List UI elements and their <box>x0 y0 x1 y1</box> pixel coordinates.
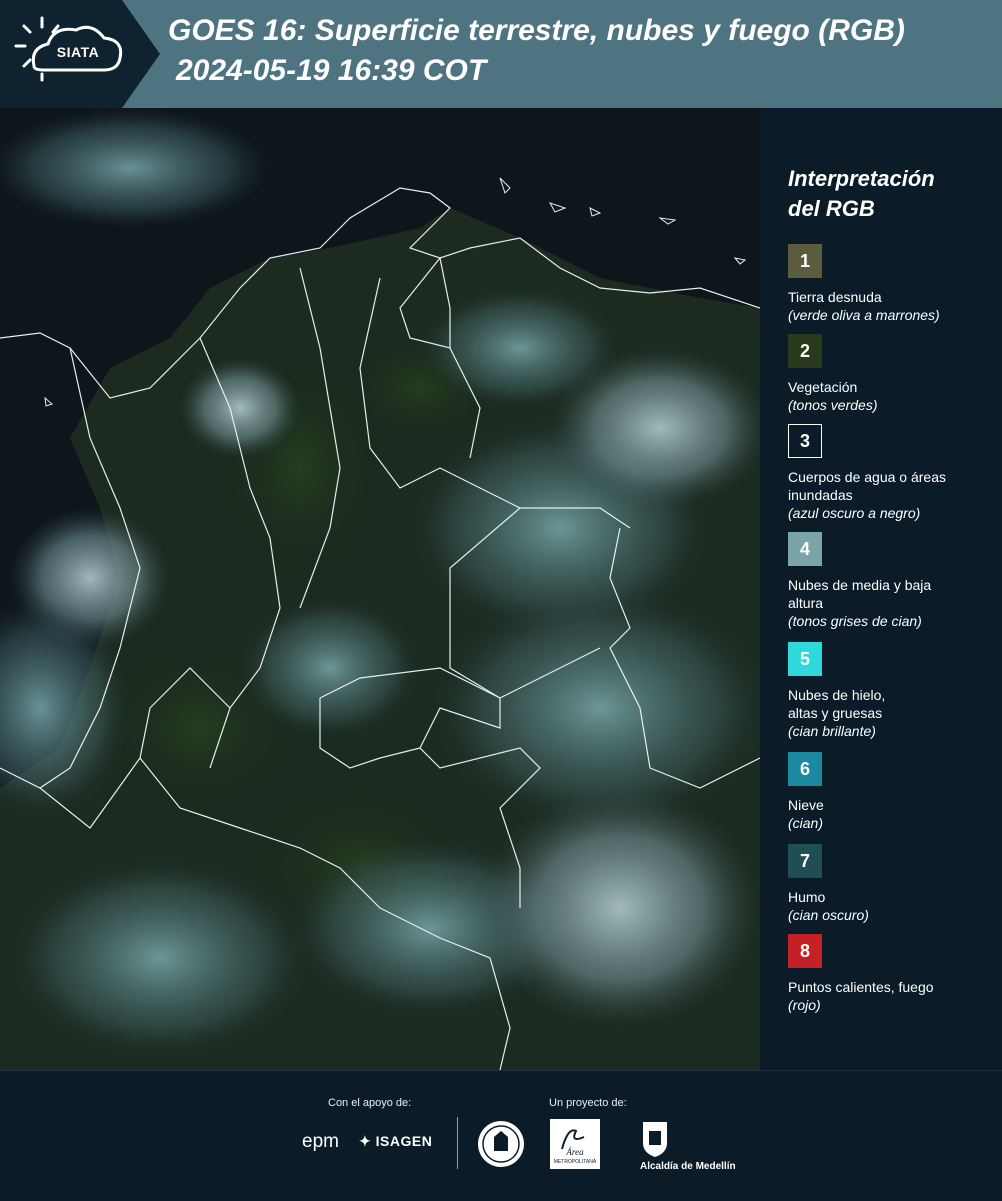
legend-item-4: 4 Nubes de media y baja altura (tonos gr… <box>788 532 993 630</box>
legend-item-6: 6 Nieve (cian) <box>788 752 993 832</box>
legend-sub-2: (tonos verdes) <box>788 397 878 413</box>
area-logo-sub: METROPOLITANA <box>554 1159 597 1165</box>
project-label: Un proyecto de: <box>549 1097 627 1109</box>
medellin-shield-icon <box>640 1119 670 1164</box>
header: SIATA GOES 16: Superficie terrestre, nub… <box>0 0 1002 108</box>
isagen-mark-icon: ✦ <box>359 1133 372 1149</box>
legend-label-4: Nubes de media y baja altura <box>788 577 932 611</box>
legend-swatch-4: 4 <box>788 532 822 566</box>
legend-label-2: Vegetación <box>788 379 858 395</box>
legend-item-7: 7 Humo (cian oscuro) <box>788 844 993 924</box>
legend-swatch-1: 1 <box>788 244 822 278</box>
medellin-name: Alcaldía de Medellín <box>640 1161 736 1172</box>
legend-sub-6: (cian) <box>788 815 824 831</box>
support-label: Con el apoyo de: <box>328 1097 412 1109</box>
legend-label-3: Cuerpos de agua o áreas inundadas <box>788 469 946 503</box>
legend-sub-7: (cian oscuro) <box>788 907 869 923</box>
siata-logo: SIATA <box>0 0 160 108</box>
legend-swatch-6: 6 <box>788 752 822 786</box>
legend-swatch-3: 3 <box>788 424 822 458</box>
legend-swatch-5: 5 <box>788 642 822 676</box>
legend-item-2: 2 Vegetación (tonos verdes) <box>788 334 993 414</box>
area-logo-text: Área <box>565 1147 584 1157</box>
footer: Con el apoyo de: Un proyecto de: epm ✦ I… <box>0 1070 1002 1201</box>
legend-title: Interpretación del RGB <box>788 164 988 224</box>
legend-item-1: 1 Tierra desnuda (verde oliva a marrones… <box>788 244 993 324</box>
siata-logo-text: SIATA <box>56 44 100 60</box>
legend-panel: Interpretación del RGB 1 Tierra desnuda … <box>772 108 997 1070</box>
legend-sub-8: (rojo) <box>788 997 821 1013</box>
legend-sub-5: (cian brillante) <box>788 723 876 739</box>
legend-sub-1: (verde oliva a marrones) <box>788 307 940 323</box>
legend-item-3: 3 Cuerpos de agua o áreas inundadas (azu… <box>788 424 993 522</box>
area-metropolitana-logo: Área METROPOLITANA <box>550 1119 600 1174</box>
legend-item-8: 8 Puntos calientes, fuego (rojo) <box>788 934 993 1014</box>
legend-sub-4: (tonos grises de cian) <box>788 613 922 629</box>
legend-label-8: Puntos calientes, fuego <box>788 979 934 995</box>
isagen-text: ISAGEN <box>375 1133 433 1149</box>
legend-label-7: Humo <box>788 889 826 905</box>
legend-swatch-2: 2 <box>788 334 822 368</box>
isagen-logo: ✦ ISAGEN <box>359 1133 432 1150</box>
page-datetime: 2024-05-19 16:39 COT <box>176 54 487 87</box>
legend-swatch-8: 8 <box>788 934 822 968</box>
page-title: GOES 16: Superficie terrestre, nubes y f… <box>168 14 905 47</box>
legend-swatch-7: 7 <box>788 844 822 878</box>
legend-label-5: Nubes de hielo, altas y gruesas <box>788 687 886 721</box>
epm-logo: epm <box>302 1131 339 1152</box>
legend-item-5: 5 Nubes de hielo, altas y gruesas (cian … <box>788 642 993 740</box>
legend-sub-3: (azul oscuro a negro) <box>788 505 921 521</box>
legend-title-line2: del RGB <box>788 196 875 221</box>
legend-label-1: Tierra desnuda <box>788 289 882 305</box>
footer-divider <box>457 1117 458 1169</box>
legend-label-6: Nieve <box>788 797 824 813</box>
municipal-seal-icon <box>476 1119 526 1174</box>
legend-title-line1: Interpretación <box>788 166 935 191</box>
satellite-map <box>0 108 760 1070</box>
